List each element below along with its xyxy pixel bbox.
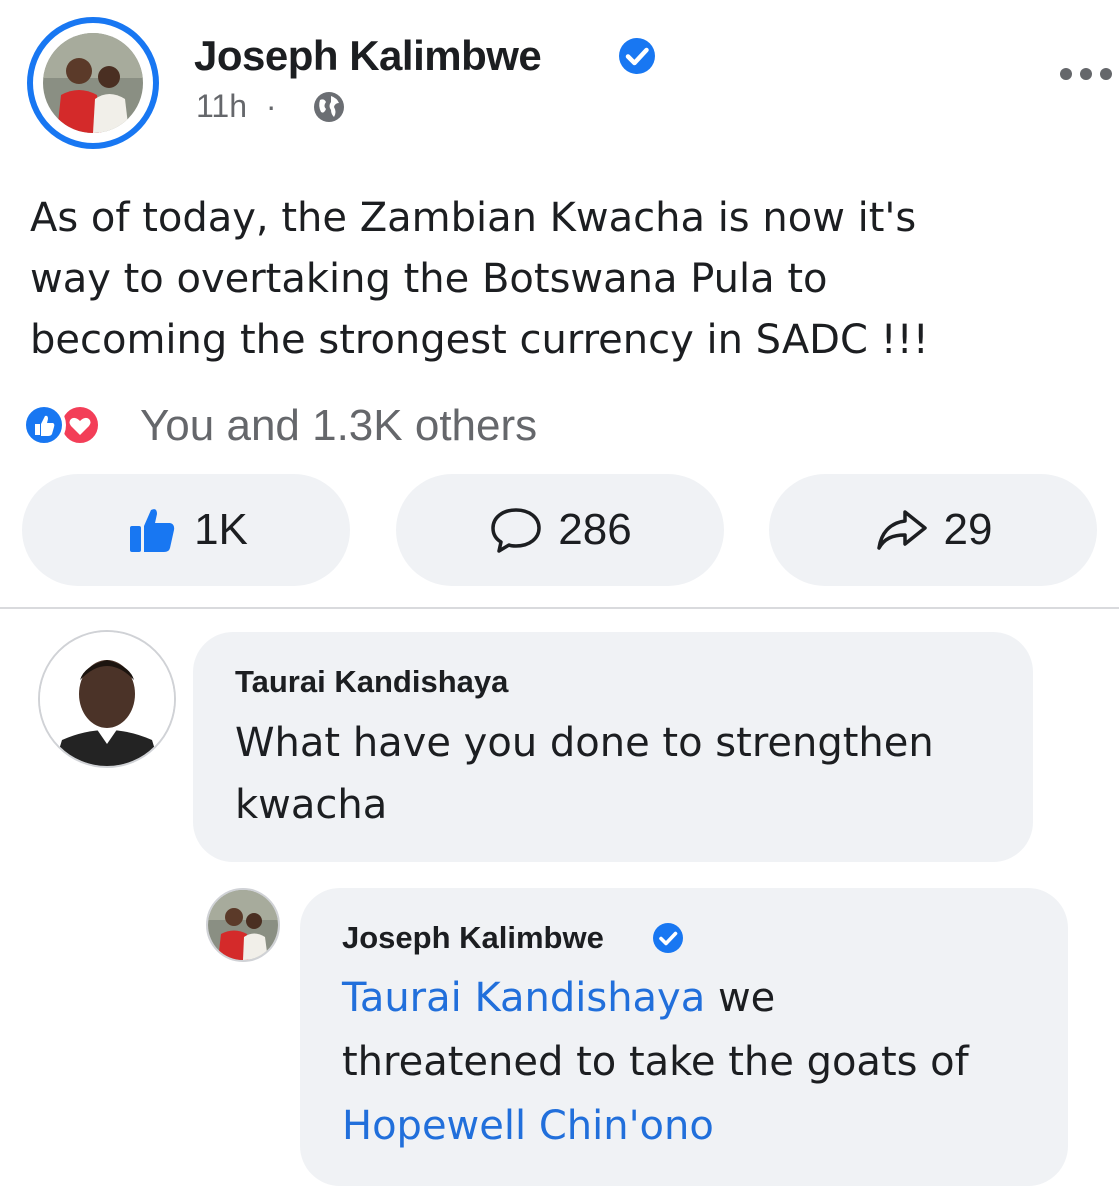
- reply-bubble: Joseph Kalimbwe Taurai Kandishaya we thr…: [300, 888, 1068, 1186]
- like-reaction-icon: [22, 403, 66, 447]
- comment-icon: [491, 508, 542, 553]
- reply-text: Taurai Kandishaya we threatened to take …: [342, 966, 969, 1158]
- comment-count: 286: [558, 505, 632, 554]
- author-avatar[interactable]: [27, 17, 159, 149]
- reply-text-line: Hopewell Chin'ono: [342, 1094, 969, 1158]
- post-text-line: becoming the strongest currency in SADC …: [30, 317, 929, 363]
- meta-separator: ·: [265, 88, 277, 124]
- comment-bubble: Taurai Kandishaya What have you done to …: [193, 632, 1033, 862]
- mention-link[interactable]: Hopewell Chin'ono: [342, 1103, 714, 1149]
- verified-badge-icon: [619, 38, 655, 74]
- verified-badge-icon: [653, 923, 683, 953]
- comment-text-line: What have you done to strengthen: [235, 720, 934, 766]
- mention-link[interactable]: Taurai Kandishaya: [342, 975, 705, 1021]
- post-text-line: way to overtaking the Botswana Pula to: [30, 256, 828, 302]
- post-text: As of today, the Zambian Kwacha is now i…: [30, 188, 1080, 371]
- comment-author[interactable]: Taurai Kandishaya: [235, 664, 508, 700]
- commenter-avatar[interactable]: [38, 630, 176, 768]
- reply-text-line: threatened to take the goats of: [342, 1039, 969, 1085]
- share-button[interactable]: 29: [769, 474, 1097, 586]
- post-time[interactable]: 11h: [196, 88, 247, 124]
- post-header: Joseph Kalimbwe 11h ·: [24, 14, 1112, 154]
- share-icon: [876, 510, 927, 550]
- comment-text: What have you done to strengthen kwacha: [235, 712, 934, 836]
- reply-author-avatar[interactable]: [206, 888, 280, 962]
- reply-text-line: Taurai Kandishaya we: [342, 966, 969, 1030]
- post-author-name[interactable]: Joseph Kalimbwe: [194, 32, 542, 80]
- comment-button[interactable]: 286: [396, 474, 724, 586]
- comment-text-line: kwacha: [235, 782, 388, 828]
- share-count: 29: [943, 505, 993, 554]
- globe-icon: [314, 92, 344, 122]
- avatar-photo: [43, 33, 143, 133]
- reply-author[interactable]: Joseph Kalimbwe: [342, 920, 604, 956]
- like-count: 1K: [194, 505, 248, 554]
- divider: [0, 607, 1119, 609]
- reactions-summary[interactable]: You and 1.3K others: [22, 401, 722, 453]
- post-meta: 11h ·: [196, 88, 277, 125]
- reactions-count-text: You and 1.3K others: [140, 401, 538, 450]
- post-text-line: As of today, the Zambian Kwacha is now i…: [30, 195, 917, 241]
- like-button[interactable]: 1K: [22, 474, 350, 586]
- more-options-icon[interactable]: [1058, 66, 1114, 82]
- like-icon: [130, 509, 175, 552]
- reply-text-fragment: we: [705, 975, 776, 1021]
